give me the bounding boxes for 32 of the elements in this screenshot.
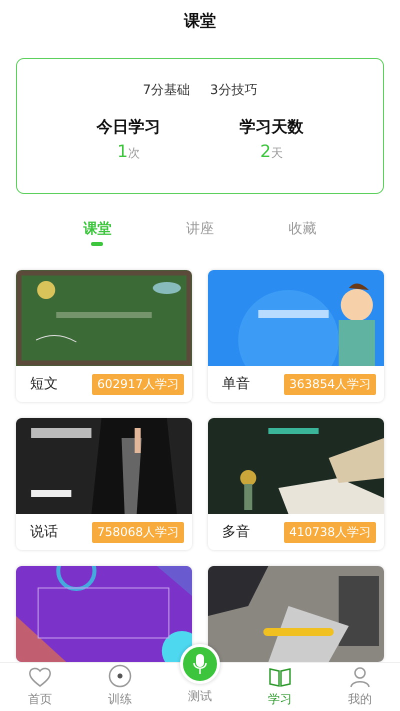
microphone-icon: [193, 654, 207, 674]
learner-count: 363854人学习: [284, 374, 376, 395]
learner-count: 410738人学习: [284, 522, 376, 543]
nav-item[interactable]: 我的: [320, 663, 400, 711]
tab[interactable]: 课堂: [83, 220, 112, 250]
nav-item[interactable]: 测试: [160, 690, 240, 708]
tab[interactable]: 收藏: [288, 220, 317, 250]
page-title: 课堂: [182, 10, 217, 32]
course-card[interactable]: 单音 363854人学习: [208, 270, 384, 402]
person-icon: [348, 666, 372, 688]
course-name: 说话: [30, 523, 58, 542]
learner-count: 602917人学习: [92, 374, 184, 395]
nav-item[interactable]: 首页: [0, 663, 80, 711]
book-icon: [268, 666, 292, 688]
course-name: 多音: [222, 523, 250, 542]
course-card[interactable]: 多音 410738人学习: [208, 418, 384, 550]
level-label: 7分基础: [142, 82, 190, 99]
stat-value: 2天: [260, 142, 283, 162]
nav-item[interactable]: 训练: [80, 663, 160, 711]
course-name: 单音: [222, 375, 250, 394]
stat-label: 学习天数: [240, 116, 304, 138]
stat-label: 今日学习: [96, 116, 160, 138]
nav-item[interactable]: 学习: [240, 663, 320, 711]
course-card[interactable]: 短文 602917人学习: [16, 270, 192, 402]
heart-icon: [28, 666, 52, 688]
learner-count: 758068人学习: [92, 522, 184, 543]
course-name: 短文: [30, 375, 58, 394]
stat-value: 1次: [117, 142, 140, 162]
tab[interactable]: 讲座: [186, 220, 214, 250]
course-card[interactable]: 说话 758068人学习: [16, 418, 192, 550]
target-icon: [108, 664, 132, 688]
level-label: 3分技巧: [210, 82, 258, 99]
